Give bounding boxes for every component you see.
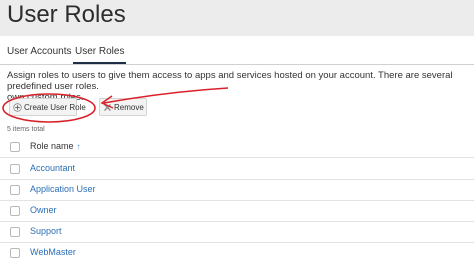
sort-ascending-icon: ↑ [76, 142, 81, 151]
table-row: WebMaster [0, 243, 474, 263]
row-checkbox[interactable] [10, 164, 20, 174]
create-user-role-button[interactable]: Create User Role [9, 98, 86, 116]
table-row: Owner [0, 201, 474, 222]
remove-icon [103, 103, 112, 112]
table-row: Application User [0, 180, 474, 201]
tab-bar: User Accounts User Roles [0, 42, 474, 65]
description-line-1: Assign roles to users to give them acces… [7, 70, 453, 92]
column-header-role-name[interactable]: Role name ↑ [30, 141, 81, 151]
role-link-owner[interactable]: Owner [30, 205, 57, 215]
page: User Roles User Accounts User Roles Assi… [0, 0, 474, 264]
page-title: User Roles [7, 1, 126, 28]
table-row: Support [0, 222, 474, 243]
tab-user-accounts[interactable]: User Accounts [7, 46, 71, 57]
row-checkbox[interactable] [10, 227, 20, 237]
select-all-checkbox[interactable] [10, 142, 20, 152]
table-header-row: Role name ↑ [0, 137, 474, 158]
column-header-label: Role name [30, 141, 74, 151]
remove-label: Remove [114, 102, 144, 112]
row-checkbox[interactable] [10, 206, 20, 216]
row-checkbox[interactable] [10, 185, 20, 195]
tab-user-roles[interactable]: User Roles [72, 46, 127, 64]
table-row: Accountant [0, 159, 474, 180]
description-line-2: own custom roles. [7, 92, 474, 103]
role-link-accountant[interactable]: Accountant [30, 163, 75, 173]
role-link-application-user[interactable]: Application User [30, 184, 96, 194]
remove-button[interactable]: Remove [99, 98, 147, 116]
create-user-role-label: Create User Role [24, 102, 86, 112]
page-header: User Roles [0, 0, 474, 36]
role-link-webmaster[interactable]: WebMaster [30, 247, 76, 257]
description: Assign roles to users to give them acces… [7, 70, 474, 103]
items-count: 5 items total [7, 126, 45, 133]
add-icon [13, 102, 22, 112]
row-checkbox[interactable] [10, 248, 20, 258]
role-link-support[interactable]: Support [30, 226, 62, 236]
